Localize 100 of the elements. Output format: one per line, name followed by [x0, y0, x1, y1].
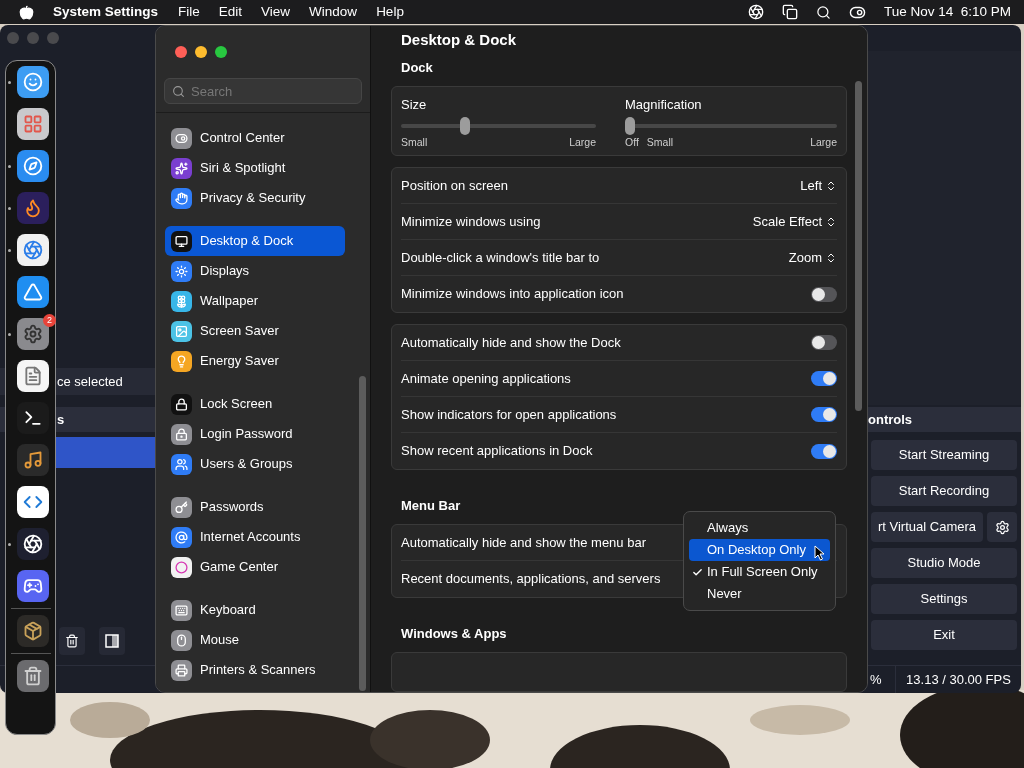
apple-icon[interactable]	[19, 4, 34, 20]
close-button[interactable]	[175, 46, 187, 58]
setting-label: Show recent applications in Dock	[401, 442, 593, 461]
control-button[interactable]: Start Streaming	[871, 440, 1017, 470]
status-text: ce selected	[57, 372, 123, 391]
sidebar-item[interactable]: Lock Screen	[165, 389, 345, 419]
people-icon	[171, 453, 192, 475]
slider-mark: Large	[810, 134, 837, 150]
hand-icon	[171, 187, 192, 209]
sparkles-icon	[171, 157, 192, 179]
sidebar-item[interactable]: Privacy & Security	[165, 183, 345, 213]
setting-label: Position on screen	[401, 176, 508, 195]
menu-item[interactable]: On Desktop Only	[689, 539, 830, 561]
remove-button[interactable]	[59, 627, 85, 655]
aperture-icon[interactable]	[17, 234, 49, 266]
sidebar-item[interactable]: Desktop & Dock	[165, 226, 345, 256]
scrollbar[interactable]	[855, 81, 862, 411]
status-text: %	[869, 670, 883, 689]
gear-icon[interactable]	[17, 318, 49, 350]
aperture-icon[interactable]	[17, 528, 49, 560]
smiley-face-icon[interactable]	[17, 66, 49, 98]
pointer-icon	[814, 545, 825, 561]
chevron-up-down-icon	[825, 179, 837, 192]
flame-icon[interactable]	[17, 192, 49, 224]
sidebar-item[interactable]: Control Center	[165, 123, 345, 153]
menu-item[interactable]: View	[261, 1, 291, 23]
control-button[interactable]: Start Recording	[871, 476, 1017, 506]
sidebar-item[interactable]: Siri & Spotlight	[165, 153, 345, 183]
notification-badge: 2	[43, 314, 56, 327]
window-title: Desktop & Dock	[401, 30, 517, 51]
control-button[interactable]: rt Virtual Camera	[871, 512, 983, 542]
slider-mark: Large	[569, 134, 596, 150]
lightbulb-icon	[171, 350, 192, 372]
minimize-button[interactable]	[195, 46, 207, 58]
grid-icon[interactable]	[17, 108, 49, 140]
menu-item[interactable]: Help	[376, 1, 404, 23]
settings-button[interactable]	[987, 512, 1017, 542]
sidebar-item[interactable]: Users & Groups	[165, 449, 345, 479]
setting-label: Automatically hide and show the Dock	[401, 333, 621, 352]
box-icon[interactable]	[17, 615, 49, 647]
windows-icon[interactable]	[781, 4, 798, 20]
sidebar-item[interactable]: Game Center	[165, 552, 345, 582]
lock-icon	[171, 423, 192, 445]
music-note-icon[interactable]	[17, 444, 49, 476]
sidebar-item[interactable]: Screen Saver	[165, 316, 345, 346]
section-title: Dock	[401, 59, 433, 78]
search-field[interactable]: Search	[164, 78, 362, 104]
slider-thumb[interactable]	[460, 116, 471, 135]
menu-item[interactable]: Always	[689, 517, 830, 539]
toggle-switch[interactable]	[811, 335, 837, 350]
trash-icon[interactable]	[17, 660, 49, 692]
setting-label: Double-click a window's title bar to	[401, 248, 600, 267]
menu-item[interactable]: File	[178, 1, 200, 23]
code-icon[interactable]	[17, 486, 49, 518]
lock-icon	[171, 393, 192, 415]
monitor-icon	[171, 230, 192, 252]
sidebar-item[interactable]: Wallpaper	[165, 286, 345, 316]
menu-item[interactable]: Window	[309, 1, 358, 23]
sidebar-item[interactable]: Energy Saver	[165, 346, 345, 376]
fps-text: 13.13 / 30.00 FPS	[905, 670, 1012, 689]
sidebar-item[interactable]: Printers & Scanners	[165, 655, 345, 685]
slider-thumb[interactable]	[625, 116, 635, 135]
popup-button[interactable]: Left	[800, 175, 837, 196]
control-button[interactable]: Exit	[871, 620, 1017, 650]
filter-icon	[105, 634, 119, 648]
menu-item[interactable]: Never	[689, 583, 830, 605]
sidebar-item[interactable]: Internet Accounts	[165, 522, 345, 552]
menu-item[interactable]: Edit	[218, 1, 243, 23]
scrollbar[interactable]	[359, 376, 366, 691]
search-icon[interactable]	[815, 4, 831, 20]
aperture-icon[interactable]	[747, 4, 764, 20]
toggle-icon	[171, 127, 192, 149]
sidebar-item[interactable]: Login Password	[165, 419, 345, 449]
gamepad-icon[interactable]	[17, 570, 49, 602]
slider-mark: Off	[625, 134, 639, 150]
compass-icon[interactable]	[17, 150, 49, 182]
sidebar-item[interactable]: Mouse	[165, 625, 345, 655]
toggle-switch[interactable]	[811, 371, 837, 386]
control-button[interactable]: Settings	[871, 584, 1017, 614]
section-title: Windows & Apps	[401, 625, 507, 644]
filters-button[interactable]	[99, 627, 125, 655]
sidebar-item[interactable]: Displays	[165, 256, 345, 286]
toggle-switch[interactable]	[811, 286, 837, 302]
toggle-switch[interactable]	[811, 407, 837, 422]
menu-item[interactable]: In Full Screen Only	[689, 561, 830, 583]
document-icon[interactable]	[17, 360, 49, 392]
toggle-switch[interactable]	[811, 443, 837, 459]
setting-label: Minimize windows using	[401, 212, 541, 231]
clock[interactable]: Tue Nov 14 6:10 PM	[883, 1, 1011, 23]
panel-header: ontrols	[868, 410, 913, 429]
sidebar-item[interactable]: Passwords	[165, 492, 345, 522]
app-menu[interactable]: System Settings	[53, 1, 159, 23]
zoom-button[interactable]	[215, 46, 227, 58]
popup-button[interactable]: Scale Effect	[752, 211, 837, 232]
popup-button[interactable]: Zoom	[788, 247, 837, 268]
keyboard-icon	[171, 599, 192, 621]
control-button[interactable]: Studio Mode	[871, 548, 1017, 578]
slider-label: Size	[401, 96, 428, 114]
terminal-icon[interactable]	[17, 402, 49, 434]
sidebar-item[interactable]: Keyboard	[165, 595, 345, 625]
